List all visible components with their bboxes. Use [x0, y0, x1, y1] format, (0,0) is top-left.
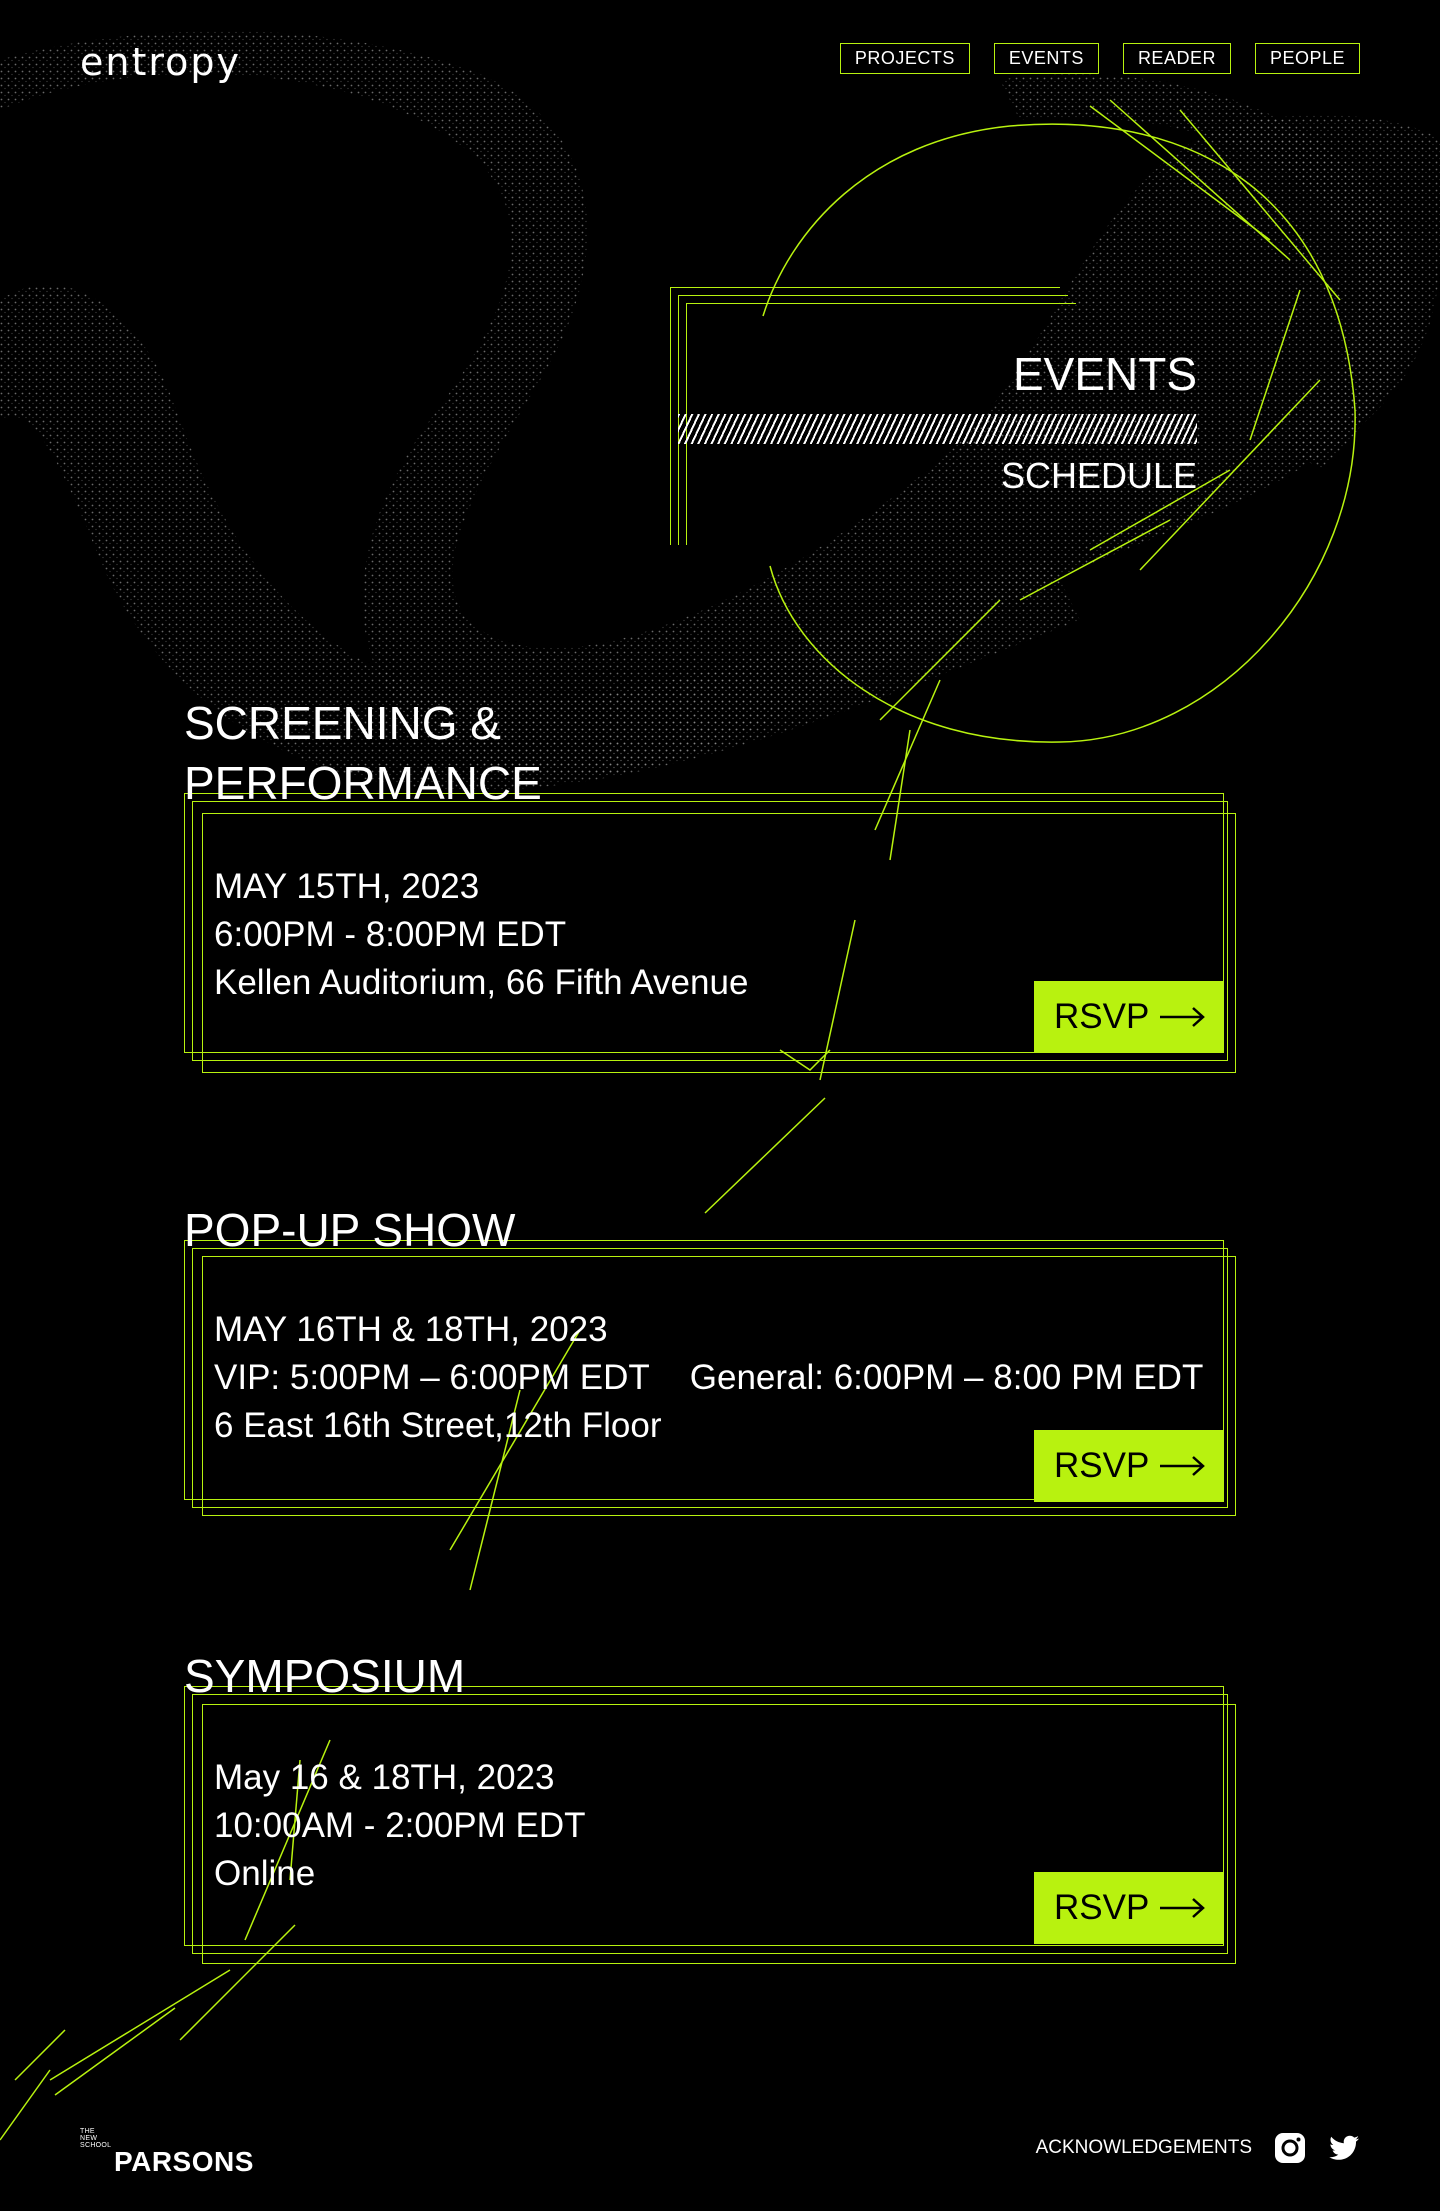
nav-reader[interactable]: READER	[1122, 43, 1231, 74]
twitter-icon[interactable]	[1328, 2132, 1360, 2164]
nav-people[interactable]: PEOPLE	[1254, 43, 1360, 74]
event-date: MAY 16TH & 18TH, 2023	[214, 1310, 608, 1349]
event-date: May 16 & 18TH, 2023	[214, 1758, 555, 1797]
arrow-right-icon	[1160, 1898, 1205, 1918]
page-title: EVENTS	[1012, 348, 1197, 400]
hero-banner: EVENTS SCHEDULE	[670, 287, 1197, 545]
event-time: 6:00PM - 8:00PM EDT	[214, 915, 567, 954]
event-details: May 16 & 18TH, 2023 10:00AM - 2:00PM EDT…	[214, 1754, 586, 1898]
rsvp-button[interactable]: RSVP	[1034, 1430, 1224, 1502]
instagram-icon[interactable]	[1274, 2132, 1306, 2164]
rsvp-button[interactable]: RSVP	[1034, 1872, 1224, 1944]
acknowledgements-link[interactable]: ACKNOWLEDGEMENTS	[1036, 2137, 1252, 2159]
rsvp-button[interactable]: RSVP	[1034, 981, 1224, 1053]
footer-links: ACKNOWLEDGEMENTS	[1036, 2132, 1360, 2164]
event-details: MAY 15TH, 2023 6:00PM - 8:00PM EDT Kelle…	[214, 863, 748, 1007]
event-screening-performance: SCREENING & PERFORMANCE MAY 15TH, 2023 6…	[184, 693, 1236, 1073]
event-title: SYMPOSIUM	[184, 1650, 466, 1702]
rsvp-label: RSVP	[1054, 997, 1150, 1036]
parsons-logo[interactable]: THE NEW SCHOOL PARSONS	[80, 2128, 253, 2177]
event-card: MAY 15TH, 2023 6:00PM - 8:00PM EDT Kelle…	[184, 793, 1236, 1073]
event-time-general: General: 6:00PM – 8:00 PM EDT	[689, 1358, 1204, 1397]
event-title: SCREENING & PERFORMANCE	[184, 697, 542, 809]
rsvp-label: RSVP	[1054, 1888, 1150, 1927]
event-details: MAY 16TH & 18TH, 2023 VIP: 5:00PM – 6:00…	[214, 1306, 1203, 1450]
event-symposium: SYMPOSIUM May 16 & 18TH, 2023 10:00AM - …	[184, 1646, 1236, 1964]
nav-projects[interactable]: PROJECTS	[839, 43, 970, 74]
page-subtitle: SCHEDULE	[1000, 455, 1197, 496]
nav-events[interactable]: EVENTS	[993, 43, 1099, 74]
event-date: MAY 15TH, 2023	[214, 867, 480, 906]
event-time: 10:00AM - 2:00PM EDT	[214, 1806, 586, 1845]
arrow-right-icon	[1160, 1007, 1205, 1027]
event-time-vip: VIP: 5:00PM – 6:00PM EDT	[214, 1358, 650, 1397]
main-nav: PROJECTS EVENTS READER PEOPLE	[839, 43, 1360, 74]
event-location: Kellen Auditorium, 66 Fifth Avenue	[214, 963, 749, 1002]
rsvp-label: RSVP	[1054, 1446, 1150, 1485]
event-pop-up-show: POP-UP SHOW MAY 16TH & 18TH, 2023 VIP: 5…	[184, 1200, 1236, 1516]
event-card: May 16 & 18TH, 2023 10:00AM - 2:00PM EDT…	[184, 1686, 1236, 1966]
event-location: Online	[214, 1854, 316, 1893]
arrow-right-icon	[1160, 1456, 1205, 1476]
school-small-text: THE NEW SCHOOL	[80, 2128, 112, 2149]
event-title: POP-UP SHOW	[184, 1204, 516, 1256]
event-card: MAY 16TH & 18TH, 2023 VIP: 5:00PM – 6:00…	[184, 1240, 1236, 1520]
entropy-logo[interactable]: entropy	[80, 40, 241, 84]
hatch-divider	[678, 414, 1197, 444]
school-name: PARSONS	[114, 2146, 254, 2177]
